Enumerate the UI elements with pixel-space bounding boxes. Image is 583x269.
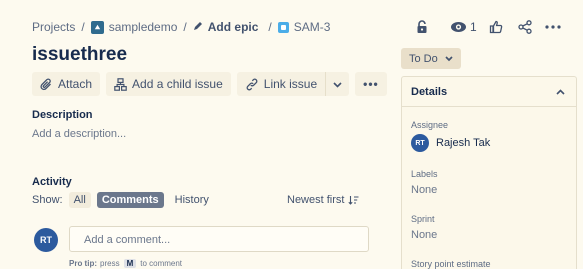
status-label: To Do (409, 52, 438, 65)
link-icon (245, 78, 259, 91)
sort-order-button[interactable]: Newest first (287, 194, 359, 206)
attach-button[interactable]: Attach (32, 72, 101, 96)
activity-filters: Show: All Comments History (32, 192, 214, 208)
issue-actions: Attach Add a child issue Link issue ••• (32, 72, 393, 96)
link-issue-label: Link issue (263, 77, 318, 91)
filter-all[interactable]: All (68, 192, 91, 208)
story-points-label: Story point estimate (411, 259, 491, 269)
issue-key-link[interactable]: SAM-3 (294, 20, 331, 34)
issue-toolbar: 1 (416, 16, 561, 38)
shortcut-key: M (123, 259, 137, 268)
assignee-name: Rajesh Tak (436, 137, 491, 149)
share-icon[interactable] (518, 16, 532, 38)
link-issue-button[interactable]: Link issue (236, 72, 326, 96)
eye-icon[interactable] (450, 16, 467, 38)
sort-icon (348, 195, 359, 205)
story-type-icon (277, 21, 289, 33)
breadcrumb-projects[interactable]: Projects (32, 20, 75, 34)
breadcrumb-separator: / (81, 20, 85, 34)
project-icon (90, 20, 104, 34)
breadcrumb: Projects / sampledemo / Add epic / SAM-3 (32, 19, 330, 35)
details-header[interactable]: Details (402, 77, 576, 107)
assignee-label: Assignee (411, 120, 449, 130)
pro-tip: Pro tip: press M to comment (69, 259, 182, 268)
add-child-issue-button[interactable]: Add a child issue (106, 72, 231, 96)
add-epic-link[interactable]: Add epic (208, 20, 259, 34)
breadcrumb-project[interactable]: sampledemo (109, 20, 178, 34)
issue-title[interactable]: issuethree (32, 44, 127, 66)
more-icon[interactable] (545, 16, 561, 38)
assignee-field[interactable]: RT Rajesh Tak (411, 134, 567, 152)
breadcrumb-separator: / (183, 20, 187, 34)
paperclip-icon (40, 77, 53, 91)
link-issue-dropdown[interactable] (325, 72, 350, 96)
watch-count: 1 (470, 20, 477, 34)
avatar: RT (411, 134, 429, 152)
filter-comments[interactable]: Comments (96, 192, 164, 208)
chevron-down-icon (445, 55, 453, 62)
activity-label: Activity (32, 176, 72, 188)
comment-input[interactable]: Add a comment... (69, 226, 369, 252)
details-title: Details (411, 85, 448, 98)
chevron-down-icon (333, 77, 342, 91)
labels-field[interactable]: None (411, 184, 567, 196)
lock-icon[interactable] (416, 16, 428, 38)
avatar: RT (34, 228, 58, 252)
hierarchy-icon (114, 77, 127, 91)
labels-label: Labels (411, 169, 438, 179)
add-child-label: Add a child issue (132, 77, 223, 91)
more-actions-button[interactable]: ••• (355, 72, 387, 96)
pencil-icon (193, 21, 203, 34)
sort-label: Newest first (287, 194, 345, 206)
pro-tip-suffix: to comment (140, 259, 183, 268)
filter-history[interactable]: History (170, 192, 214, 208)
breadcrumb-separator: / (268, 20, 272, 34)
sprint-label: Sprint (411, 214, 435, 224)
sprint-field[interactable]: None (411, 229, 567, 241)
details-panel: Details Assignee RT Rajesh Tak Labels No… (401, 76, 577, 269)
show-label: Show: (32, 194, 63, 206)
description-label: Description (32, 109, 93, 121)
attach-label: Attach (58, 77, 93, 91)
chevron-up-icon[interactable] (556, 88, 565, 95)
status-dropdown[interactable]: To Do (401, 48, 461, 69)
description-field[interactable]: Add a description... (32, 128, 126, 140)
thumbs-up-icon[interactable] (489, 16, 503, 38)
pro-tip-press: press (100, 259, 120, 268)
pro-tip-label: Pro tip: (69, 259, 97, 268)
